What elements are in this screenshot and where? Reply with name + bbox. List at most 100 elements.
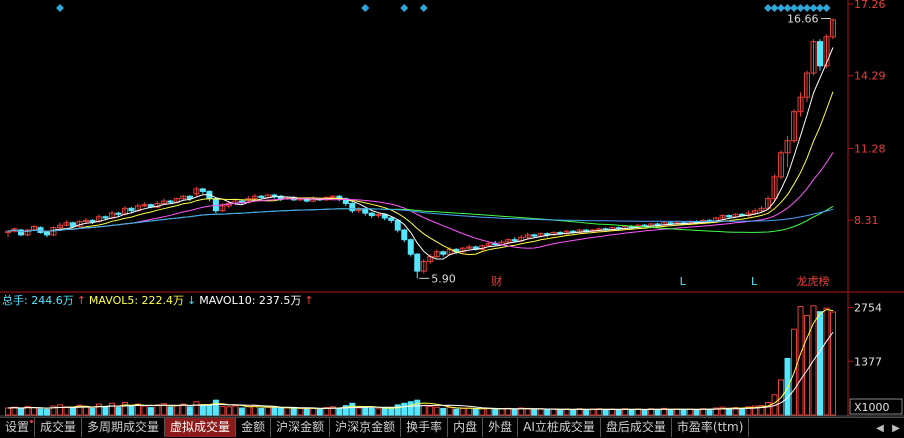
tab-multi-period-volume[interactable]: 多周期成交量 — [82, 418, 166, 437]
volume-bar — [154, 404, 161, 416]
candle-body — [440, 251, 447, 255]
volume-bar — [654, 409, 661, 416]
tab-volume[interactable]: 成交量 — [35, 418, 83, 437]
volume-bar — [238, 407, 245, 416]
tab-turnover-rate[interactable]: 换手率 — [401, 418, 449, 437]
volume-bar — [544, 409, 551, 416]
tab-virtual-volume[interactable]: 虚拟成交量 — [165, 418, 237, 437]
tab-settings[interactable]: 设置 — [0, 418, 36, 437]
volume-bar — [453, 408, 460, 416]
kline-chart[interactable]: 16.66 5.90 财 L L 龙虎榜 17.26 14.29 11.28 8.31 2754 1… — [0, 0, 904, 437]
volume-bar — [271, 407, 278, 416]
volume-bar — [667, 409, 674, 416]
tab-amount[interactable]: 金额 — [236, 418, 272, 437]
volume-bar — [420, 404, 427, 416]
scroll-right-icon[interactable]: ▶ — [888, 419, 904, 438]
volume-bar — [310, 407, 317, 416]
volume-bar — [69, 407, 76, 416]
tab-label: 内盘 — [453, 420, 478, 434]
volume-bar — [349, 402, 356, 416]
candle-body — [199, 188, 206, 192]
volume-bar — [199, 404, 206, 416]
volume-bar — [401, 402, 408, 416]
tab-label: 设置 — [5, 420, 30, 434]
mavol5-arrow-up-icon: ↑ — [76, 294, 86, 307]
candle-body — [43, 231, 50, 236]
volume-bar — [336, 407, 343, 416]
event-diamond-icon — [55, 4, 64, 12]
event-diamond-icon — [822, 4, 831, 12]
tab-ai-volume[interactable]: AI立桩成交量 — [518, 418, 601, 437]
candle-body — [212, 198, 219, 212]
price-tick-label: 14.29 — [854, 70, 886, 83]
candle-body — [394, 219, 401, 231]
price-tick-label: 8.31 — [854, 214, 879, 227]
candle-body — [258, 195, 265, 198]
volume-bar — [355, 407, 362, 416]
tab-label: 换手率 — [406, 420, 443, 434]
volume-bar — [121, 402, 128, 416]
volume-bar — [316, 408, 323, 416]
event-marker-label: 龙虎榜 — [797, 274, 830, 288]
volume-bar — [30, 407, 37, 416]
mavol10-line — [7, 331, 834, 410]
tab-pe-ttm[interactable]: 市盈率(ttm) — [672, 418, 750, 437]
volume-bar — [290, 408, 297, 416]
volume-bar — [89, 407, 96, 416]
volume-unit-label: X1000 — [854, 401, 890, 414]
volume-bar — [56, 404, 63, 416]
volume-bar — [375, 408, 382, 416]
volume-bar — [212, 399, 219, 416]
volume-bar — [362, 406, 369, 416]
tab-label: 沪深金额 — [276, 420, 325, 434]
volume-bar — [193, 401, 200, 416]
volume-bar — [180, 403, 187, 416]
candle-body — [102, 216, 109, 219]
tab-sh-sz-amount[interactable]: 沪深金额 — [271, 418, 331, 437]
volume-bar — [511, 409, 518, 416]
volume-bar — [635, 408, 642, 416]
volume-bar — [550, 408, 557, 416]
volume-bar — [602, 409, 609, 416]
candle-body — [531, 234, 538, 237]
tab-after-hours-volume[interactable]: 盘后成交量 — [601, 418, 672, 437]
volume-bar — [589, 408, 596, 416]
volume-bar — [147, 407, 154, 416]
volume-bar — [388, 407, 395, 416]
candle-body — [128, 207, 135, 212]
volume-bar — [784, 357, 791, 416]
candle-body — [362, 209, 369, 214]
volume-bar — [823, 307, 830, 416]
tab-inner-volume[interactable]: 内盘 — [448, 418, 484, 437]
volume-bar — [609, 408, 616, 416]
volume-bar — [583, 409, 590, 416]
volume-bar — [570, 409, 577, 416]
volume-bar — [466, 407, 473, 416]
volume-bar — [446, 407, 453, 416]
volume-bar — [5, 407, 11, 416]
event-diamond-icon — [400, 4, 409, 12]
event-marker-label: L — [680, 275, 687, 288]
candle-body — [401, 229, 408, 241]
volume-bar — [537, 408, 544, 416]
ma20-line — [7, 152, 834, 249]
volume-bar — [258, 407, 265, 416]
volume-bar — [557, 409, 564, 416]
volume-bar — [414, 399, 421, 416]
volume-bar — [427, 405, 434, 416]
total-volume-label: 总手: 244.6万 — [2, 294, 74, 307]
volume-bar — [765, 402, 772, 416]
volume-bar — [167, 406, 174, 416]
volume-bar — [498, 408, 505, 416]
candle-body — [115, 212, 122, 215]
candle-body — [89, 219, 96, 223]
volume-bar — [407, 401, 414, 416]
tab-sh-sz-bj-amount[interactable]: 沪深京金额 — [330, 418, 402, 437]
candle-body — [511, 239, 518, 242]
volume-bar — [43, 409, 50, 416]
volume-bar — [173, 404, 180, 416]
tab-outer-volume[interactable]: 外盘 — [483, 418, 519, 437]
scroll-left-icon[interactable]: ◀ — [872, 419, 888, 438]
volume-bar — [37, 408, 44, 416]
candle-body — [407, 239, 414, 255]
